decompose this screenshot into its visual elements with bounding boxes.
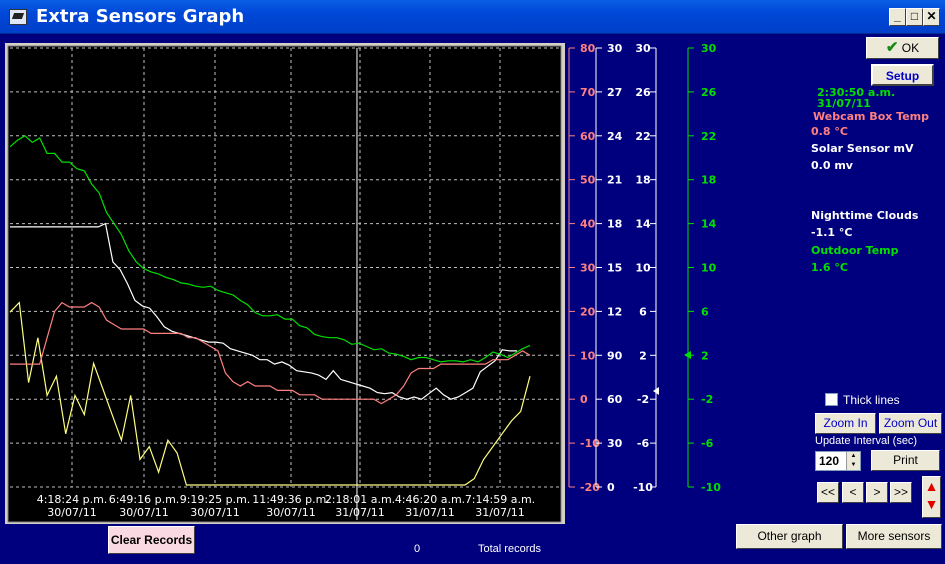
axis-tick-label: 0 [580,393,588,406]
sensor-graph: 4:18:24 p.m.30/07/116:49:16 p.m.30/07/11… [7,42,721,523]
axis-tick-label: -2 [701,393,713,406]
x-tick-label: 7:14:59 a.m. [465,493,535,506]
x-tick-date: 31/07/11 [475,506,524,519]
axis-tick-label: -6 [637,437,650,450]
axis-tick-label: 18 [607,218,622,231]
plot-area [7,45,562,523]
record-count: 0 [414,543,421,555]
axis-tick-label: -6 [701,437,714,450]
zoom-out-button[interactable]: Zoom Out [879,413,942,434]
sensor3-name: Nighttime Clouds [811,209,919,222]
axis-tick-label: 14 [701,218,717,231]
x-tick-date: 31/07/11 [335,506,384,519]
update-interval-label: Update Interval (sec) [815,435,918,447]
readout-date: 31/07/11 [817,97,871,110]
spinner-arrows-icon[interactable]: ▲ ▼ [846,452,860,470]
axis-tick-label: 70 [580,86,596,99]
x-tick-date: 30/07/11 [119,506,168,519]
axis-tick-label: 30 [607,437,623,450]
sensor2-name: Solar Sensor mV [811,142,914,155]
axis-tick-label: 21 [607,174,622,187]
axis-tick-label: 14 [635,218,651,231]
zoom-in-button[interactable]: Zoom In [815,413,876,434]
update-interval-value: 120 [819,454,840,468]
print-button[interactable]: Print [871,450,940,471]
axis-tick-label: 60 [607,393,623,406]
x-tick-label: 9:19:25 p.m. [180,493,251,506]
axis-tick-label: 60 [580,130,596,143]
axis-tick-label: 15 [607,262,622,275]
more-sensors-button[interactable]: More sensors [846,524,942,549]
axis-tick-label: 12 [607,305,622,318]
x-tick-date: 30/07/11 [190,506,239,519]
nav-last-button[interactable]: >> [890,482,912,503]
axis-tick-label: 22 [635,130,650,143]
x-tick-label: 6:49:16 p.m. [109,493,180,506]
nav-first-button[interactable]: << [817,482,839,503]
axis-tick-label: 24 [607,130,623,143]
total-records-label: Total records [478,543,541,555]
axis-tick-label: -10 [701,481,721,494]
axis-tick-label: -2 [637,393,649,406]
axis-tick-label: 18 [701,174,716,187]
arrow-down-icon: ▼ [924,496,939,512]
axis-tick-label: 30 [607,42,623,55]
sensor3-value: -1.1 °C [811,226,853,239]
x-tick-label: 2:18:01 a.m. [325,493,395,506]
x-tick-date: 30/07/11 [47,506,96,519]
x-tick-label: 4:18:24 p.m. [37,493,108,506]
axis-tick-label: 30 [701,42,717,55]
axis-tick-label: 6 [701,305,709,318]
x-tick-label: 4:46:20 a.m. [395,493,465,506]
axis-tick-label: 40 [580,218,596,231]
x-tick-date: 30/07/11 [266,506,315,519]
axis-tick-label: 10 [635,262,651,275]
axis-tick-label: 2 [639,349,647,362]
thick-lines-checkbox[interactable] [825,393,838,406]
nav-prev-button[interactable]: < [842,482,864,503]
arrow-up-icon: ▲ [924,478,939,494]
axis-tick-label: 0 [607,481,615,494]
axis-tick-label: 22 [701,130,716,143]
axis-tick-label: 80 [580,42,596,55]
sensor4-name: Outdoor Temp [811,244,899,257]
axis-tick-label: 2 [701,349,709,362]
x-tick-label: 11:49:36 p.m. [252,493,330,506]
axis-tick-label: 10 [580,349,596,362]
sensor4-value: 1.6 °C [811,261,848,274]
sensor2-value: 0.0 mv [811,159,853,172]
axis-tick-label: 26 [701,86,717,99]
axis-tick-label: 26 [635,86,651,99]
checkmark-icon: ✔ [885,39,899,56]
x-tick-date: 31/07/11 [405,506,454,519]
other-graph-button[interactable]: Other graph [736,524,843,549]
axis-tick-label: 50 [580,174,596,187]
sensor1-name: Webcam Box Temp [813,110,930,123]
axis-tick-label: 10 [701,262,717,275]
ok-button[interactable]: ✔ OK [866,37,939,59]
nav-next-button[interactable]: > [866,482,888,503]
axis-tick-label: 30 [580,262,596,275]
axis-tick-label: 27 [607,86,622,99]
scale-arrows-button[interactable]: ▲ ▼ [922,476,941,518]
axis-tick-label: 18 [635,174,650,187]
thick-lines-label: Thick lines [843,393,900,407]
clear-records-button[interactable]: Clear Records [108,526,195,554]
axis-tick-label: 6 [639,305,647,318]
axis-tick-label: -10 [633,481,653,494]
update-interval-spinner[interactable]: 120 ▲ ▼ [815,451,861,471]
sensor1-value: 0.8 °C [811,125,848,138]
axis-tick-label: 20 [580,305,596,318]
axis-tick-label: 30 [635,42,651,55]
setup-button[interactable]: Setup [871,64,934,86]
axis-tick-label: 90 [607,349,623,362]
